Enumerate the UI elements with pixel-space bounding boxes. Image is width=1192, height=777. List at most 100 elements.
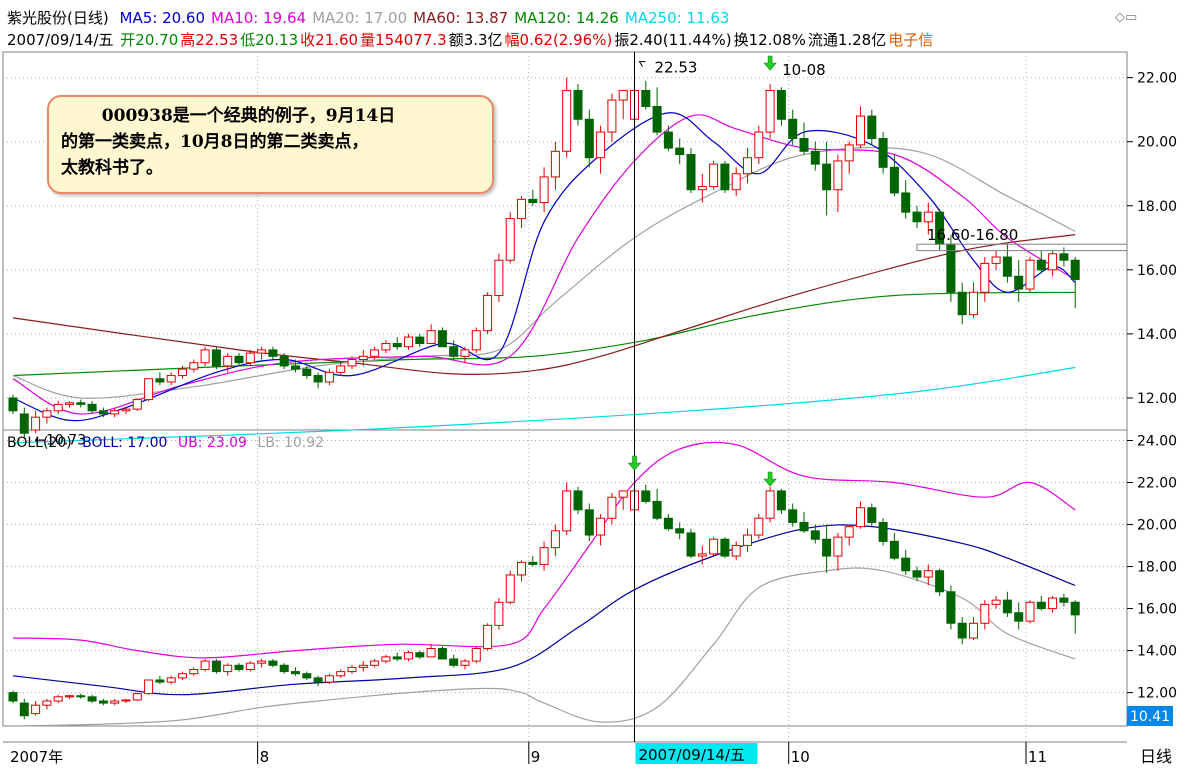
- boll-tick-label: 18.00: [1137, 560, 1177, 576]
- info-item-2: 低20.13: [240, 31, 298, 49]
- boll-candle[interactable]: [437, 646, 447, 660]
- main-candle[interactable]: [765, 84, 775, 139]
- window-restore-icon[interactable]: ◇▭: [1115, 10, 1137, 25]
- main-candle-body: [754, 131, 764, 159]
- boll-candle-body: [844, 526, 854, 538]
- boll-candle[interactable]: [946, 585, 956, 630]
- boll-candle[interactable]: [144, 679, 154, 695]
- boll-candle[interactable]: [776, 488, 786, 515]
- boll-candle[interactable]: [494, 598, 504, 630]
- boll-tick-label: 16.00: [1137, 602, 1177, 618]
- boll-candle-body: [460, 660, 470, 666]
- boll-candle-body: [889, 540, 899, 559]
- info-item-5: 额3.3亿: [449, 31, 503, 49]
- period-label[interactable]: 日线: [1140, 747, 1172, 766]
- main-candle[interactable]: [573, 84, 583, 126]
- main-candle-body: [776, 89, 786, 120]
- main-candle[interactable]: [709, 160, 719, 190]
- main-candle-body: [31, 416, 41, 431]
- main-candle-body: [720, 163, 730, 191]
- boll-candle-body: [969, 622, 978, 639]
- main-candle[interactable]: [878, 132, 888, 174]
- boll-candle-body: [528, 561, 538, 565]
- boll-candle-body: [404, 652, 413, 660]
- boll-candle-body: [347, 666, 357, 673]
- boll-candle-body: [144, 679, 154, 695]
- main-candle-body: [946, 243, 956, 293]
- main-candle[interactable]: [437, 327, 447, 348]
- boll-candle[interactable]: [211, 658, 221, 674]
- main-tick-label: 16.00: [1137, 263, 1177, 279]
- boll-candle[interactable]: [573, 486, 583, 515]
- main-candle[interactable]: [1025, 257, 1035, 293]
- boll-candle-body: [652, 500, 662, 519]
- boll-candle-body: [268, 660, 278, 666]
- main-candle-body: [822, 163, 832, 191]
- boll-candle[interactable]: [765, 486, 775, 523]
- main-candle[interactable]: [720, 160, 730, 193]
- boll-candle-body: [200, 660, 210, 670]
- boll-candle[interactable]: [709, 537, 719, 557]
- main-candle-body: [415, 336, 425, 345]
- boll-candle-body: [449, 658, 459, 666]
- main-candle[interactable]: [505, 212, 515, 264]
- main-candle-body: [110, 410, 120, 415]
- main-candle[interactable]: [8, 394, 18, 414]
- main-candle-body: [494, 259, 504, 296]
- boll-candle-body: [155, 679, 165, 683]
- main-candle-body: [53, 403, 63, 412]
- main-candle-body: [404, 336, 413, 348]
- main-candle[interactable]: [200, 346, 210, 366]
- boll-candle[interactable]: [1025, 600, 1035, 624]
- boll-candle[interactable]: [686, 528, 696, 559]
- boll-candle[interactable]: [132, 692, 142, 702]
- boll-candle-body: [788, 509, 798, 523]
- main-candle-body: [1036, 259, 1046, 271]
- boll-candle-body: [324, 675, 334, 683]
- main-candle-body: [856, 115, 865, 146]
- boll-candle[interactable]: [483, 623, 493, 651]
- boll-candle[interactable]: [200, 658, 210, 672]
- boll-candle[interactable]: [878, 518, 888, 546]
- boll-tick-label: 22.00: [1137, 476, 1177, 492]
- boll-tick-label: 14.00: [1137, 644, 1177, 660]
- main-candle-body: [675, 147, 685, 156]
- boll-candle-body: [912, 570, 922, 578]
- boll-candle-body: [618, 490, 628, 498]
- main-candle[interactable]: [686, 148, 696, 193]
- boll-lb-value: LB: 10.92: [257, 435, 324, 451]
- boll-candle-body: [31, 704, 41, 715]
- main-candle-body: [743, 157, 752, 175]
- boll-candle-body: [765, 490, 775, 519]
- main-candle-body: [460, 349, 470, 357]
- main-candle[interactable]: [471, 327, 481, 354]
- main-candle[interactable]: [132, 397, 142, 411]
- main-candle-body: [889, 166, 899, 194]
- boll-candle[interactable]: [8, 690, 18, 704]
- boll-candle-body: [856, 507, 865, 528]
- boll-candle[interactable]: [754, 514, 764, 540]
- boll-candle-body: [98, 700, 108, 704]
- boll-candle-body: [178, 673, 187, 679]
- boll-candle[interactable]: [505, 570, 515, 605]
- main-candle-body: [87, 403, 97, 412]
- boll-candle-body: [415, 652, 425, 658]
- current-value-label: 10.41: [1130, 709, 1170, 725]
- main-candle[interactable]: [494, 253, 504, 302]
- boll-candle-body: [980, 603, 990, 624]
- main-candle-body: [867, 115, 877, 139]
- main-candle-body: [324, 371, 334, 383]
- boll-candle-body: [663, 517, 673, 530]
- boll-candle[interactable]: [471, 646, 481, 664]
- main-candle-body: [392, 343, 402, 348]
- main-candle-body: [641, 89, 651, 107]
- boll-candle[interactable]: [720, 537, 730, 559]
- info-item-3: 收21.60: [300, 31, 358, 49]
- main-candle[interactable]: [144, 378, 154, 402]
- boll-candle[interactable]: [935, 568, 945, 596]
- boll-candle-body: [517, 561, 526, 576]
- main-candle-body: [788, 118, 798, 139]
- main-candle[interactable]: [211, 346, 221, 370]
- main-candle-body: [844, 144, 854, 162]
- main-candle[interactable]: [483, 292, 493, 334]
